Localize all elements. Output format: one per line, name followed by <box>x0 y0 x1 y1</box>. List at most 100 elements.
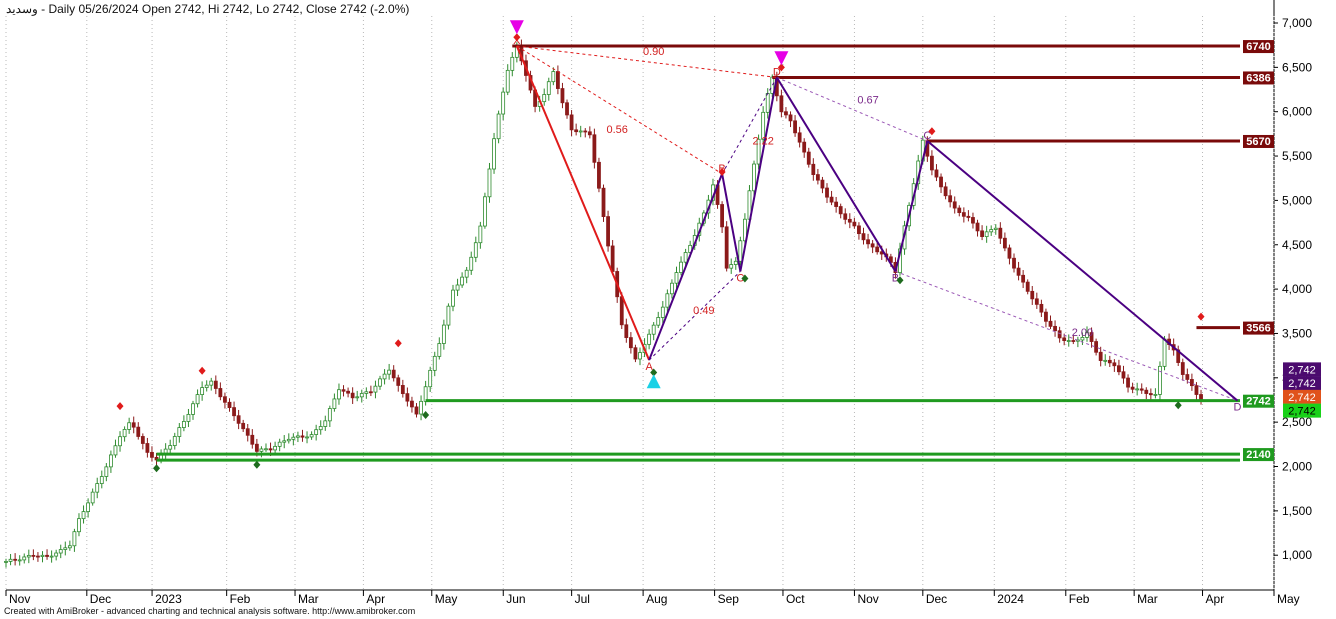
candle-body <box>437 343 442 357</box>
candle-body <box>77 518 81 533</box>
candle-body <box>122 429 127 438</box>
x-tick-label: Dec <box>926 592 947 606</box>
candle-body <box>980 230 984 238</box>
candle-body <box>752 163 756 192</box>
x-tick-label: Mar <box>298 592 319 606</box>
candle-body <box>765 93 770 113</box>
ratio-label: 2.22 <box>752 136 773 148</box>
candle-body <box>628 337 633 349</box>
candle-body <box>268 448 273 451</box>
candle-body <box>13 558 18 561</box>
candle-body <box>861 233 866 241</box>
x-tick-label: Dec <box>90 592 111 606</box>
x-tick-label: Feb <box>1069 592 1090 606</box>
y-tick-label: 4,500 <box>1282 238 1312 252</box>
candle-body <box>332 398 337 409</box>
candle-body <box>679 261 683 273</box>
candle-body <box>852 221 857 227</box>
candle-body <box>948 195 953 203</box>
x-tick-label: Jul <box>575 592 590 606</box>
ratio-label: 2.00 <box>1072 327 1093 339</box>
candle-body <box>1025 281 1030 292</box>
candle-body <box>318 426 323 431</box>
candle-body <box>1044 311 1048 322</box>
candle-body <box>373 385 378 393</box>
candle-body <box>213 380 218 389</box>
candle-body <box>1189 379 1194 387</box>
candle-body <box>1002 237 1007 249</box>
candle-body <box>478 225 483 244</box>
candle-body <box>1153 394 1158 396</box>
candle-body <box>250 434 255 445</box>
candle-body <box>1012 257 1016 269</box>
candle-body <box>587 131 592 136</box>
candle-body <box>971 217 975 224</box>
candle-body <box>674 272 679 284</box>
zigzag-point-label: D <box>1234 402 1242 414</box>
candle-body <box>209 380 214 386</box>
candle-body <box>264 448 268 451</box>
x-tick-label: Nov <box>857 592 878 606</box>
candle-body <box>993 227 998 230</box>
candle-body <box>733 260 738 265</box>
candle-body <box>930 155 934 171</box>
candle-body <box>273 445 278 451</box>
candle-body <box>31 554 36 557</box>
candle-body <box>1162 338 1167 367</box>
candle-body <box>17 559 22 562</box>
candle-body <box>1062 337 1067 341</box>
price-badge-label: 2,742 <box>1288 364 1316 376</box>
candle-body <box>368 391 373 394</box>
candle-body <box>1071 340 1076 342</box>
x-tick-label: Aug <box>646 592 667 606</box>
candle-body <box>542 94 547 103</box>
candle-body <box>200 387 205 396</box>
x-tick-label: Apr <box>1206 592 1225 606</box>
candle-body <box>350 392 355 399</box>
candle-body <box>1117 365 1121 373</box>
candle-body <box>555 71 560 89</box>
level-label: 3566 <box>1246 323 1270 335</box>
candle-body <box>738 240 743 262</box>
candle-body <box>109 454 113 468</box>
y-tick-label: 3,500 <box>1282 326 1312 340</box>
candle-body <box>469 256 474 271</box>
candle-body <box>131 422 136 428</box>
candle-body <box>245 428 250 436</box>
candle-body <box>127 422 132 430</box>
candle-body <box>551 71 556 83</box>
y-tick-label: 7,000 <box>1282 16 1312 30</box>
candle-body <box>1158 365 1162 395</box>
candle-body <box>834 201 839 207</box>
candle-body <box>957 207 962 213</box>
level-label: 6386 <box>1246 72 1270 84</box>
candle-body <box>95 483 100 493</box>
candle-body <box>364 391 369 394</box>
candle-body <box>428 369 433 388</box>
candle-body <box>455 284 460 291</box>
candle-body <box>838 206 843 215</box>
price-chart[interactable]: 1,0001,5002,0002,5003,0003,5004,0004,500… <box>0 0 1336 619</box>
candle-body <box>984 231 989 238</box>
x-tick-label: May <box>435 592 458 606</box>
candle-body <box>720 204 725 228</box>
candle-body <box>410 400 414 408</box>
candle-body <box>665 293 670 308</box>
candle-body <box>1144 389 1149 394</box>
candle-body <box>136 426 141 437</box>
candle-body <box>569 114 574 131</box>
candle-body <box>619 296 624 326</box>
candle-body <box>473 242 478 258</box>
candle-body <box>460 276 465 286</box>
candle-body <box>729 264 734 269</box>
candle-body <box>118 436 122 447</box>
x-tick-label: Oct <box>786 592 805 606</box>
candle-body <box>647 333 652 345</box>
candle-body <box>236 415 241 424</box>
candle-body <box>195 394 200 405</box>
candle-body <box>565 102 569 116</box>
candle-body <box>560 88 565 104</box>
candle-body <box>510 56 515 71</box>
candle-body <box>378 378 382 387</box>
candle-body <box>1039 303 1044 313</box>
